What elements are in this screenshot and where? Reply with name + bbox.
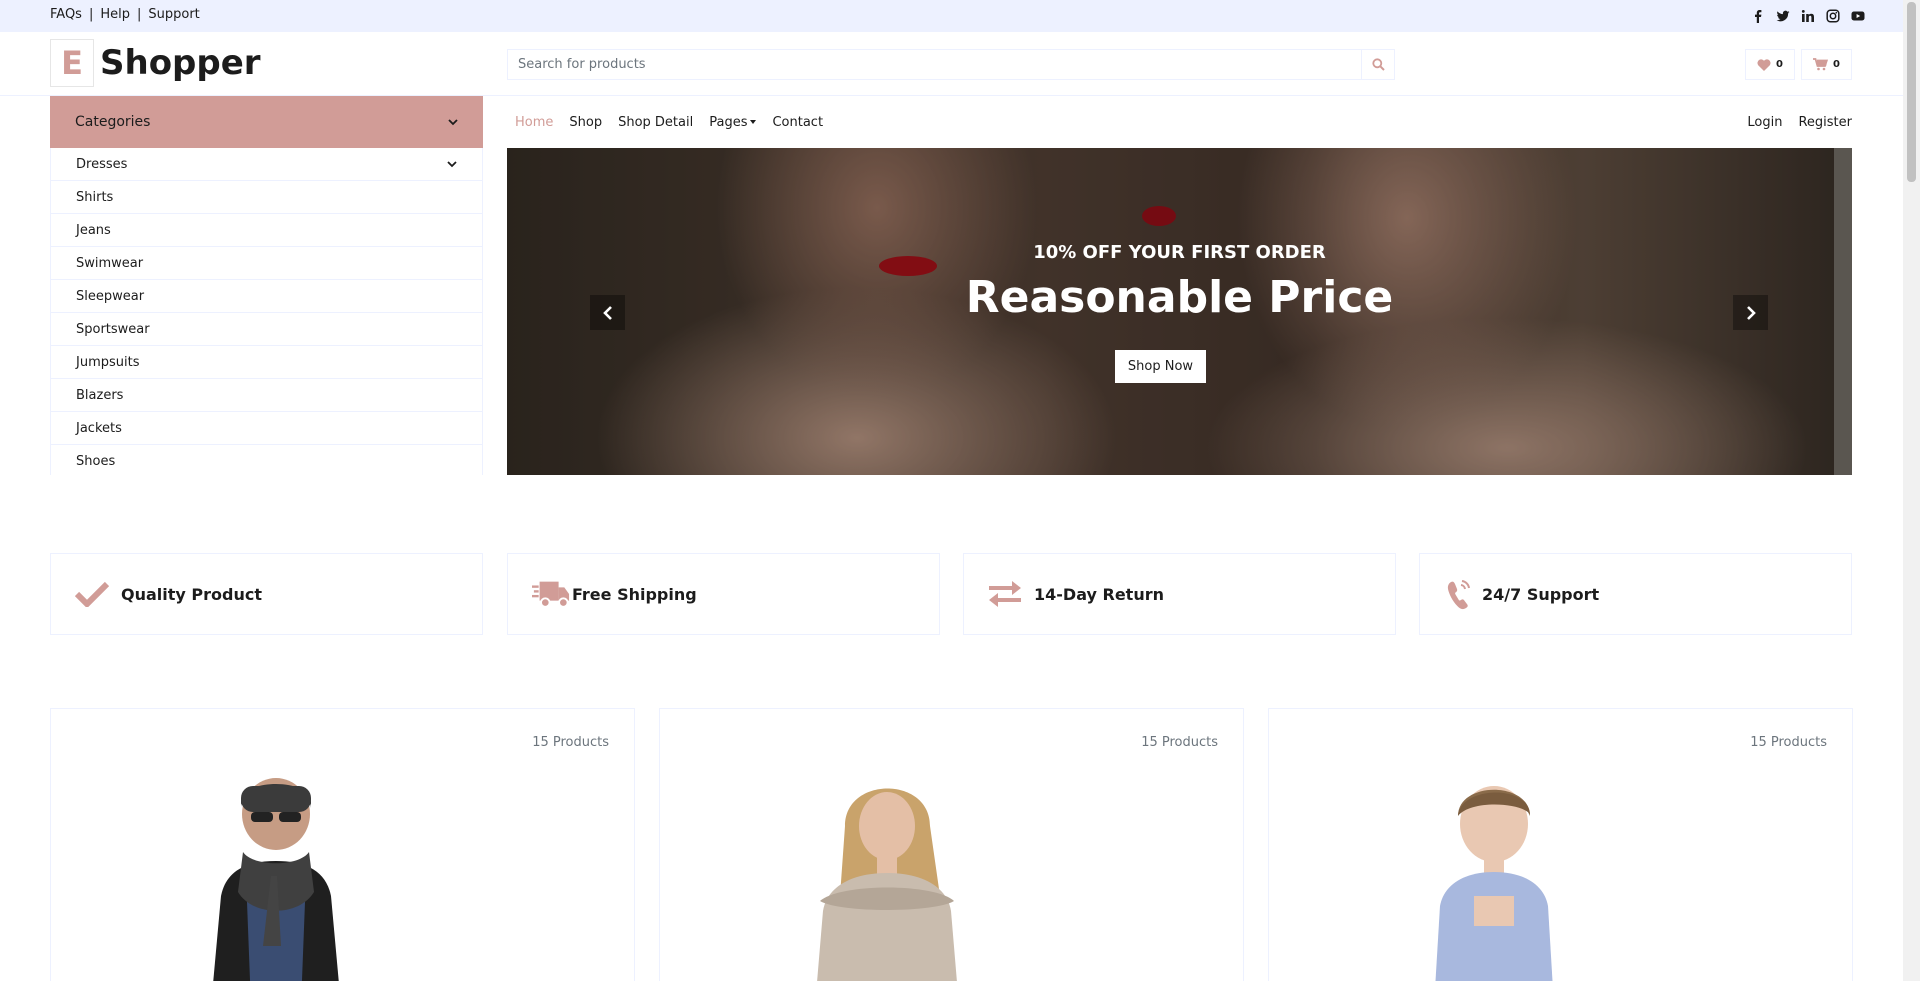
truck-icon: [532, 577, 570, 611]
category-item-sleepwear[interactable]: Sleepwear: [51, 280, 482, 313]
chevron-left-icon: [602, 305, 612, 320]
nav-home[interactable]: Home: [515, 115, 553, 130]
feature-14-day-return: 14-Day Return: [963, 553, 1396, 635]
feature-label: Free Shipping: [572, 584, 697, 604]
nav-shop-detail[interactable]: Shop Detail: [618, 115, 693, 130]
categories-toggle[interactable]: Categories: [50, 96, 483, 148]
category-label: Sportswear: [76, 321, 150, 337]
separator: |: [137, 7, 142, 22]
feature-label: 14-Day Return: [1034, 584, 1164, 604]
check-icon: [73, 577, 111, 611]
twitter-icon[interactable]: [1775, 8, 1790, 23]
feature-label: Quality Product: [121, 584, 262, 604]
category-item-shirts[interactable]: Shirts: [51, 181, 482, 214]
register-link[interactable]: Register: [1798, 115, 1852, 130]
chevron-down-icon: [448, 118, 458, 125]
logo-text: Shopper: [100, 43, 261, 83]
caret-down-icon: [750, 120, 757, 124]
wishlist-count: 0: [1776, 59, 1783, 70]
feature-free-shipping: Free Shipping: [507, 553, 940, 635]
phone-icon: [1444, 577, 1474, 611]
logo-letter: E: [50, 39, 94, 87]
category-label: Jackets: [76, 420, 122, 436]
category-card[interactable]: 15 Products: [659, 708, 1244, 981]
categories-list: Dresses Shirts Jeans Swimwear Sleepwear …: [50, 148, 483, 475]
hero-carousel: 10% OFF YOUR FIRST ORDER Reasonable Pric…: [507, 148, 1852, 475]
nav-contact[interactable]: Contact: [772, 115, 823, 130]
category-item-sportswear[interactable]: Sportswear: [51, 313, 482, 346]
search-bar: [507, 49, 1395, 80]
category-label: Shoes: [76, 453, 116, 469]
search-button[interactable]: [1361, 50, 1394, 79]
cart-icon: [1813, 58, 1829, 71]
carousel-next-button[interactable]: [1733, 295, 1768, 330]
category-card[interactable]: 15 Products: [50, 708, 635, 981]
search-input[interactable]: [508, 50, 1361, 79]
help-link[interactable]: Help: [100, 7, 130, 22]
category-image-man: [213, 778, 339, 981]
topbar: FAQs | Help | Support: [0, 0, 1903, 32]
separator: |: [88, 7, 94, 22]
site-header: E Shopper 0 0: [0, 32, 1903, 96]
categories-label: Categories: [75, 114, 151, 130]
topbar-links: FAQs | Help | Support: [50, 7, 200, 22]
category-item-swimwear[interactable]: Swimwear: [51, 247, 482, 280]
main-nav: Home Shop Shop Detail Pages Contact Logi…: [507, 96, 1852, 148]
category-label: Jumpsuits: [76, 354, 140, 370]
category-item-jeans[interactable]: Jeans: [51, 214, 482, 247]
category-image-boy: [1435, 786, 1553, 981]
faqs-link[interactable]: FAQs: [50, 7, 82, 22]
nav-pages[interactable]: Pages: [709, 114, 757, 130]
category-item-dresses[interactable]: Dresses: [51, 148, 482, 181]
account-links: Login Register: [1747, 115, 1852, 130]
support-link[interactable]: Support: [148, 7, 199, 22]
login-link[interactable]: Login: [1747, 115, 1782, 130]
heart-icon: [1757, 58, 1771, 71]
product-count: 15 Products: [1141, 735, 1218, 750]
logo[interactable]: E Shopper: [50, 39, 261, 87]
wishlist-button[interactable]: 0: [1745, 49, 1795, 80]
category-item-blazers[interactable]: Blazers: [51, 379, 482, 412]
category-image-woman: [817, 788, 957, 981]
category-label: Dresses: [76, 156, 128, 172]
feature-24-7-support: 24/7 Support: [1419, 553, 1852, 635]
cart-button[interactable]: 0: [1801, 49, 1852, 80]
carousel-prev-button[interactable]: [590, 295, 625, 330]
category-card[interactable]: 15 Products: [1268, 708, 1853, 981]
cart-count: 0: [1833, 59, 1840, 70]
scrollbar-thumb[interactable]: [1907, 2, 1916, 182]
instagram-icon[interactable]: [1825, 8, 1840, 23]
category-item-jackets[interactable]: Jackets: [51, 412, 482, 445]
category-label: Swimwear: [76, 255, 144, 271]
category-label: Blazers: [76, 387, 124, 403]
product-count: 15 Products: [1750, 735, 1827, 750]
youtube-icon[interactable]: [1850, 8, 1865, 23]
shop-now-button[interactable]: Shop Now: [1115, 350, 1206, 383]
feature-quality-product: Quality Product: [50, 553, 483, 635]
exchange-icon: [986, 577, 1024, 611]
hero-title: Reasonable Price: [965, 272, 1394, 323]
hero-subtitle: 10% OFF YOUR FIRST ORDER: [1033, 242, 1326, 263]
product-count: 15 Products: [532, 735, 609, 750]
feature-label: 24/7 Support: [1482, 584, 1600, 604]
facebook-icon[interactable]: [1750, 8, 1765, 23]
category-label: Sleepwear: [76, 288, 145, 304]
chevron-down-icon: [447, 160, 457, 167]
category-item-shoes[interactable]: Shoes: [51, 445, 482, 475]
category-item-jumpsuits[interactable]: Jumpsuits: [51, 346, 482, 379]
social-links: [1750, 8, 1865, 23]
chevron-right-icon: [1746, 305, 1756, 320]
category-label: Jeans: [76, 222, 111, 238]
category-label: Shirts: [76, 189, 114, 205]
search-icon: [1371, 58, 1385, 71]
page-scrollbar[interactable]: [1903, 0, 1920, 981]
nav-pages-label: Pages: [709, 114, 748, 130]
nav-shop[interactable]: Shop: [569, 115, 602, 130]
linkedin-icon[interactable]: [1800, 8, 1815, 23]
